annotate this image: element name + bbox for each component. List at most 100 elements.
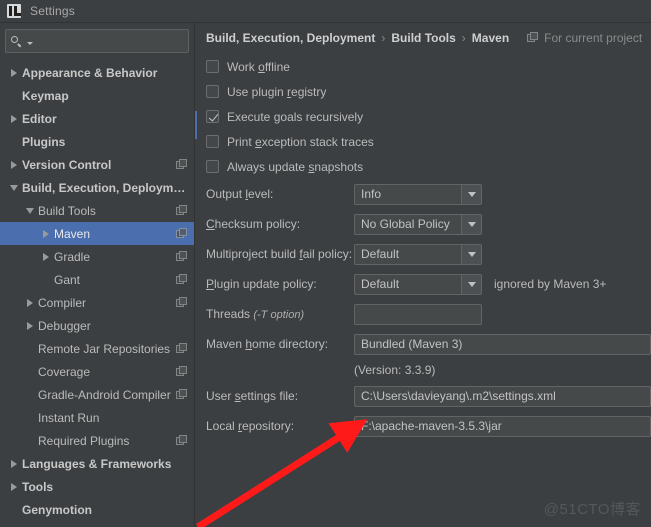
search-input[interactable] — [33, 34, 192, 48]
sidebar-item-label: Debugger — [38, 318, 91, 333]
checkbox-print-exception-stack-traces[interactable] — [206, 135, 219, 148]
chevron-down-icon[interactable] — [461, 274, 481, 294]
chevron-right-icon[interactable] — [6, 160, 22, 169]
checkbox-label: Execute goals recursively — [227, 109, 364, 124]
project-scope-icon — [176, 365, 188, 378]
project-scope-icon — [176, 296, 188, 309]
chevron-right-icon[interactable] — [38, 252, 54, 261]
sidebar-item-version-control[interactable]: Version Control — [0, 153, 194, 176]
chevron-right-icon[interactable] — [6, 68, 22, 77]
checkbox-always-update-snapshots[interactable] — [206, 160, 219, 173]
project-scope-icon — [176, 342, 188, 355]
checkbox-use-plugin-registry[interactable] — [206, 85, 219, 98]
sidebar-item-label: Required Plugins — [38, 433, 130, 448]
field-row-user-settings: User settings file: C:\Users\davieyang\.… — [195, 381, 651, 411]
sidebar-item-appearance-behavior[interactable]: Appearance & Behavior — [0, 61, 194, 84]
sidebar-item-label: Languages & Frameworks — [22, 456, 172, 471]
user-settings-value[interactable]: C:\Users\davieyang\.m2\settings.xml — [354, 385, 651, 407]
multiproject-fail-policy-label: Multiproject build fail policy: — [206, 247, 353, 261]
checkbox-label: Always update snapshots — [227, 159, 364, 174]
checkbox-label: Use plugin registry — [227, 84, 327, 99]
chevron-down-icon[interactable] — [6, 184, 22, 191]
output-level-combo[interactable]: Info — [354, 183, 482, 205]
sidebar-item-label: Remote Jar Repositories — [38, 341, 171, 356]
scope-label: For current project — [544, 30, 643, 45]
checkbox-row-always-update-snapshots[interactable]: Always update snapshots — [195, 154, 651, 179]
chevron-down-icon[interactable] — [461, 244, 481, 264]
sidebar-item-label: Maven — [54, 226, 91, 241]
chevron-down-icon[interactable] — [461, 184, 481, 204]
window-title: Settings — [30, 4, 75, 18]
field-row-local-repository: Local repository: F:\apache-maven-3.5.3\… — [195, 411, 651, 441]
local-repository-value[interactable]: F:\apache-maven-3.5.3\jar — [354, 415, 651, 437]
local-repository-label: Local repository: — [206, 419, 295, 433]
checkbox-work-offline[interactable] — [206, 60, 219, 73]
chevron-right-icon[interactable] — [38, 229, 54, 238]
sidebar-item-label: Coverage — [38, 364, 91, 379]
project-scope-icon — [176, 273, 188, 286]
chevron-right-icon[interactable] — [6, 114, 22, 123]
multiproject-fail-policy-combo[interactable]: Default — [354, 243, 482, 265]
sidebar-item-label: Gradle — [54, 249, 91, 264]
sidebar-item-plugins[interactable]: Plugins — [0, 130, 194, 153]
chevron-right-icon[interactable] — [6, 482, 22, 491]
breadcrumb-part-1[interactable]: Build Tools — [391, 31, 455, 45]
threads-input[interactable] — [354, 303, 482, 325]
search-box[interactable] — [5, 29, 192, 53]
sidebar-item-label: Instant Run — [38, 410, 100, 425]
sidebar-item-label: Build, Execution, Deployment — [22, 180, 188, 195]
plugin-update-policy-combo[interactable]: Default — [354, 273, 482, 295]
breadcrumb-part-0[interactable]: Build, Execution, Deployment — [206, 31, 375, 45]
sidebar-item-label: Appearance & Behavior — [22, 65, 158, 80]
sidebar-item-languages-frameworks[interactable]: Languages & Frameworks — [0, 452, 194, 475]
sidebar-item-editor[interactable]: Editor — [0, 107, 194, 130]
sidebar-item-label: Tools — [22, 479, 54, 494]
user-settings-label: User settings file: — [206, 389, 299, 403]
sidebar-item-remote-jar-repositories[interactable]: Remote Jar Repositories — [0, 337, 194, 360]
project-scope-icon — [176, 158, 188, 171]
field-row-maven-home: Maven home directory: Bundled (Maven 3) — [195, 329, 651, 359]
chevron-right-icon[interactable] — [22, 298, 38, 307]
sidebar-item-build-tools[interactable]: Build Tools — [0, 199, 194, 222]
field-row-threads: Threads (-T option) — [195, 299, 651, 329]
breadcrumb-part-2[interactable]: Maven — [472, 31, 509, 45]
project-scope-icon — [176, 388, 188, 401]
checkbox-row-print-exception-stack-traces[interactable]: Print exception stack traces — [195, 129, 651, 154]
breadcrumb: Build, Execution, Deployment › Build Too… — [195, 23, 651, 52]
watermark: @51CTO博客 — [543, 501, 641, 518]
sidebar-item-keymap[interactable]: Keymap — [0, 84, 194, 107]
sidebar-item-gradle-android-compiler[interactable]: Gradle-Android Compiler — [0, 383, 194, 406]
dialog-body: Appearance & Behavior Keymap Editor Plugins… — [0, 23, 651, 527]
checkbox-row-execute-goals-recursively[interactable]: Execute goals recursively — [195, 104, 651, 129]
sidebar-item-coverage[interactable]: Coverage — [0, 360, 194, 383]
settings-tree: Appearance & Behavior Keymap Editor Plugins… — [0, 57, 194, 527]
sidebar-item-label: Version Control — [22, 157, 112, 172]
sidebar-item-build-execution-deployment[interactable]: Build, Execution, Deployment — [0, 176, 194, 199]
sidebar-item-compiler[interactable]: Compiler — [0, 291, 194, 314]
checksum-policy-label: Checksum policy: — [206, 217, 301, 231]
sidebar-item-genymotion[interactable]: Genymotion — [0, 498, 194, 521]
sidebar-item-instant-run[interactable]: Instant Run — [0, 406, 194, 429]
maven-home-value[interactable]: Bundled (Maven 3) — [354, 333, 651, 355]
sidebar-item-gant[interactable]: Gant — [0, 268, 194, 291]
project-scope-icon — [176, 250, 188, 263]
sidebar-item-tools[interactable]: Tools — [0, 475, 194, 498]
sidebar-item-label: Genymotion — [22, 502, 93, 517]
chevron-right-icon[interactable] — [22, 321, 38, 330]
checkbox-row-use-plugin-registry[interactable]: Use plugin registry — [195, 79, 651, 104]
sidebar-item-gradle[interactable]: Gradle — [0, 245, 194, 268]
checksum-policy-combo[interactable]: No Global Policy — [354, 213, 482, 235]
sidebar-item-debugger[interactable]: Debugger — [0, 314, 194, 337]
search-icon — [11, 35, 24, 48]
checkbox-execute-goals-recursively[interactable] — [206, 110, 219, 123]
chevron-down-icon[interactable] — [22, 207, 38, 214]
project-scope-icon — [176, 434, 188, 447]
checkbox-row-work-offline[interactable]: Work offline — [195, 54, 651, 79]
maven-version-row: (Version: 3.3.9) — [195, 359, 651, 381]
sidebar-item-label: Keymap — [22, 88, 69, 103]
sidebar-item-required-plugins[interactable]: Required Plugins — [0, 429, 194, 452]
chevron-down-icon[interactable] — [461, 214, 481, 234]
chevron-right-icon[interactable] — [6, 459, 22, 468]
intellij-idea-icon — [7, 4, 21, 18]
sidebar-item-maven[interactable]: Maven — [0, 222, 194, 245]
